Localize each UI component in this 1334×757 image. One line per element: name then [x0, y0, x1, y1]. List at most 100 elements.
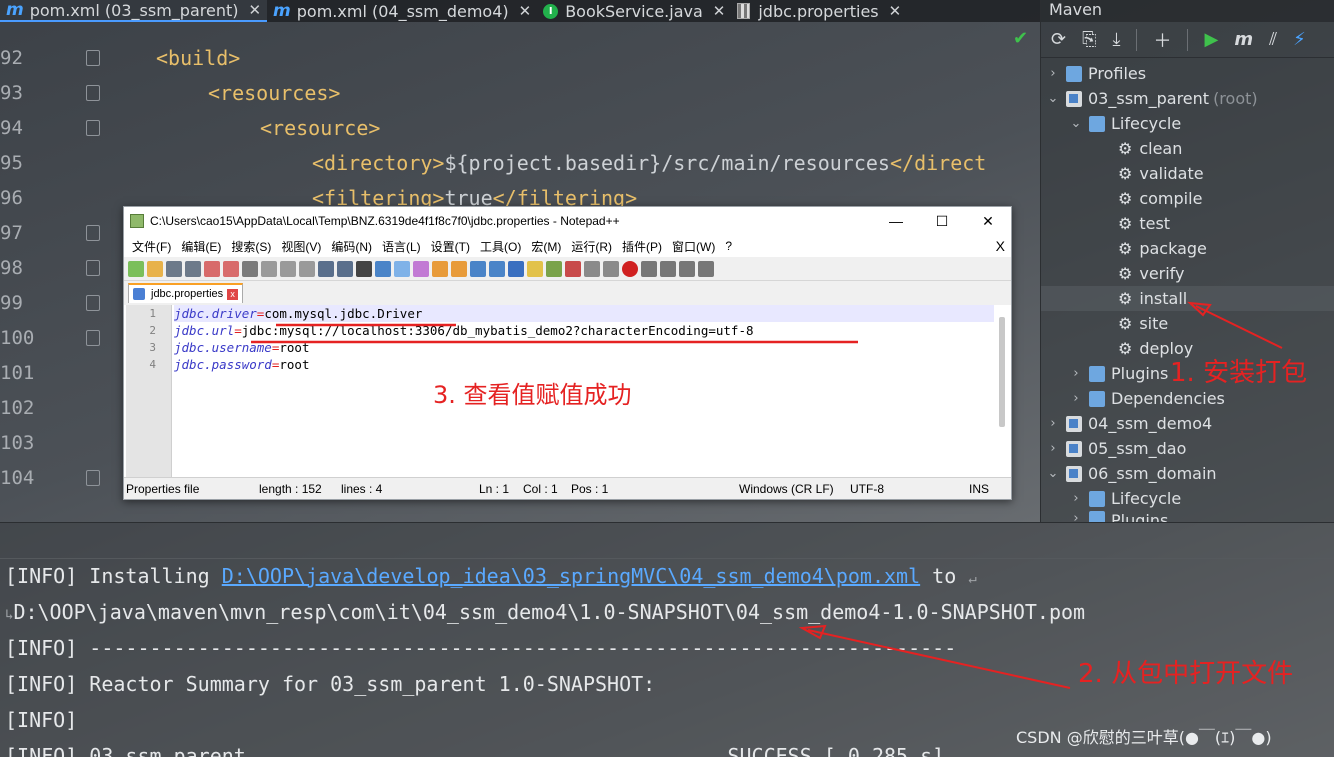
menu-help[interactable]: ?	[725, 239, 732, 253]
tab-pom-parent[interactable]: m pom.xml (03_ssm_parent) ✕	[0, 0, 268, 22]
close-button[interactable]: ✕	[965, 213, 1011, 230]
tree-item-plugins[interactable]: › Plugins	[1069, 361, 1168, 386]
fold-icon[interactable]	[86, 119, 100, 136]
toggle-offline-icon[interactable]: ⫽	[1269, 29, 1277, 50]
tree-item-lifecycle-2[interactable]: › Lifecycle	[1069, 486, 1181, 511]
maximize-button[interactable]: ☐	[919, 213, 965, 230]
fold-icon[interactable]	[86, 224, 100, 241]
menu-window[interactable]: 窗口(W)	[672, 238, 715, 255]
menu-macro[interactable]: 宏(M)	[531, 238, 561, 255]
tree-item-03-ssm-parent[interactable]: ⌄ 03_ssm_parent (root)	[1046, 86, 1258, 111]
notepad-window[interactable]: C:\Users\cao15\AppData\Local\Temp\BNZ.63…	[123, 206, 1012, 500]
menu-file[interactable]: 文件(F)	[132, 238, 171, 255]
fold-icon[interactable]	[86, 294, 100, 311]
reload-icon[interactable]: ⟳	[1051, 29, 1066, 50]
close-document-button[interactable]: X	[996, 238, 1005, 254]
tab-pom-demo4[interactable]: m pom.xml (04_ssm_demo4) ✕	[267, 0, 537, 22]
tree-item-install[interactable]: ⚙ install	[1041, 286, 1334, 311]
folder-workspace-icon[interactable]	[584, 260, 600, 277]
notepad-titlebar[interactable]: C:\Users\cao15\AppData\Local\Temp\BNZ.63…	[124, 207, 1011, 235]
redo-icon[interactable]	[337, 260, 353, 277]
tree-item-validate[interactable]: ⚙ validate	[1118, 161, 1204, 186]
menu-tools[interactable]: 工具(O)	[480, 238, 521, 255]
run-icon[interactable]: ▶	[1204, 29, 1218, 50]
tree-item-profiles[interactable]: › Profiles	[1046, 61, 1146, 86]
print-icon[interactable]	[242, 260, 258, 277]
zoom-in-icon[interactable]	[394, 260, 410, 277]
play-macro-icon[interactable]	[660, 260, 676, 277]
copy-icon[interactable]	[280, 260, 296, 277]
new-file-icon[interactable]	[128, 260, 144, 277]
close-icon[interactable]: ✕	[519, 2, 532, 20]
vertical-scrollbar[interactable]	[999, 317, 1005, 427]
add-icon[interactable]: ＋	[1153, 27, 1171, 53]
chevron-right-icon[interactable]: ›	[1046, 416, 1060, 431]
save-macro-icon[interactable]	[698, 260, 714, 277]
chevron-down-icon[interactable]: ⌄	[1046, 91, 1060, 106]
menu-settings[interactable]: 设置(T)	[431, 238, 470, 255]
monitor-icon[interactable]	[603, 260, 619, 277]
tree-item-plugins-2[interactable]: › Plugins	[1069, 511, 1168, 522]
stop-macro-icon[interactable]	[641, 260, 657, 277]
cut-icon[interactable]	[261, 260, 277, 277]
sync-h-icon[interactable]	[451, 260, 467, 277]
chevron-down-icon[interactable]: ⌄	[1069, 116, 1083, 131]
tree-item-site[interactable]: ⚙ site	[1118, 311, 1168, 336]
generate-sources-icon[interactable]: ⎘	[1082, 29, 1096, 50]
skip-tests-icon[interactable]: ⚡	[1293, 29, 1306, 50]
chevron-down-icon[interactable]: ⌄	[1046, 466, 1060, 481]
menu-language[interactable]: 语言(L)	[382, 238, 421, 255]
tree-item-compile[interactable]: ⚙ compile	[1118, 186, 1202, 211]
chevron-right-icon[interactable]: ›	[1046, 441, 1060, 456]
run-macro-multiple-icon[interactable]	[679, 260, 695, 277]
menu-edit[interactable]: 编辑(E)	[181, 238, 221, 255]
fold-icon[interactable]	[86, 84, 100, 101]
chevron-right-icon[interactable]: ›	[1046, 66, 1060, 81]
function-list-icon[interactable]	[565, 260, 581, 277]
tab-jdbc-properties[interactable]: jdbc.properties ✕	[731, 0, 907, 22]
minimize-button[interactable]: —	[873, 213, 919, 229]
tree-item-package[interactable]: ⚙ package	[1118, 236, 1207, 261]
tree-item-05-ssm-dao[interactable]: › 05_ssm_dao	[1046, 436, 1186, 461]
menu-search[interactable]: 搜索(S)	[231, 238, 271, 255]
record-macro-icon[interactable]	[622, 260, 638, 277]
paste-icon[interactable]	[299, 260, 315, 277]
doc-map-icon[interactable]	[546, 260, 562, 277]
tree-item-dependencies[interactable]: › Dependencies	[1069, 386, 1224, 411]
close-icon[interactable]: ✕	[248, 1, 261, 19]
menu-run[interactable]: 运行(R)	[571, 238, 612, 255]
chevron-right-icon[interactable]: ›	[1069, 391, 1083, 406]
lang-icon[interactable]	[527, 260, 543, 277]
sync-v-icon[interactable]	[432, 260, 448, 277]
pom-file-link[interactable]: D:\OOP\java\develop_idea\03_springMVC\04…	[222, 564, 920, 588]
menu-encoding[interactable]: 编码(N)	[331, 238, 372, 255]
tree-item-lifecycle[interactable]: ⌄ Lifecycle	[1069, 111, 1182, 136]
find-icon[interactable]	[356, 260, 372, 277]
fold-icon[interactable]	[86, 469, 100, 486]
tree-item-verify[interactable]: ⚙ verify	[1118, 261, 1185, 286]
indent-guide-icon[interactable]	[508, 260, 524, 277]
tree-item-clean[interactable]: ⚙ clean	[1118, 136, 1182, 161]
close-tab-icon[interactable]: x	[227, 288, 239, 300]
tree-item-test[interactable]: ⚙ test	[1118, 211, 1170, 236]
wrap-icon[interactable]	[470, 260, 486, 277]
menu-plugins[interactable]: 插件(P)	[622, 238, 662, 255]
tree-item-06-ssm-domain[interactable]: ⌄ 06_ssm_domain	[1046, 461, 1217, 486]
tab-bookservice[interactable]: I BookService.java ✕	[537, 0, 731, 22]
chevron-right-icon[interactable]: ›	[1069, 366, 1083, 381]
chevron-right-icon[interactable]: ›	[1069, 511, 1083, 522]
chevron-right-icon[interactable]: ›	[1069, 491, 1083, 506]
save-icon[interactable]	[166, 260, 182, 277]
close-all-icon[interactable]	[223, 260, 239, 277]
close-file-icon[interactable]	[204, 260, 220, 277]
undo-icon[interactable]	[318, 260, 334, 277]
fold-icon[interactable]	[86, 329, 100, 346]
show-all-icon[interactable]	[489, 260, 505, 277]
tree-item-04-ssm-demo4[interactable]: › 04_ssm_demo4	[1046, 411, 1212, 436]
close-icon[interactable]: ✕	[713, 2, 726, 20]
menu-view[interactable]: 视图(V)	[281, 238, 321, 255]
fold-icon[interactable]	[86, 49, 100, 66]
save-all-icon[interactable]	[185, 260, 201, 277]
open-file-icon[interactable]	[147, 260, 163, 277]
zoom-out-icon[interactable]	[413, 260, 429, 277]
